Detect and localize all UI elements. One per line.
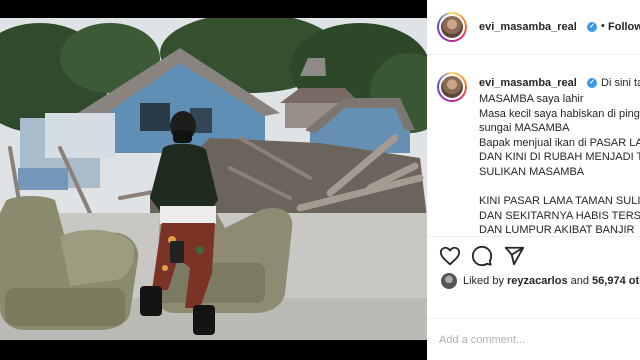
heart-icon[interactable] xyxy=(439,245,461,267)
flood-aftermath-image xyxy=(0,18,427,340)
caption-username[interactable]: evi_masamba_real xyxy=(479,77,577,89)
likes-count[interactable]: 56,974 othe xyxy=(592,275,640,287)
verified-badge-icon: ✓ xyxy=(587,78,597,88)
post-username[interactable]: evi_masamba_real xyxy=(479,21,577,33)
comment-input[interactable] xyxy=(439,331,629,349)
caption-avatar[interactable] xyxy=(437,72,467,102)
post-photo[interactable] xyxy=(0,18,427,340)
caption: evi_masamba_real ✓ Di sini tana MASAMBA … xyxy=(427,55,640,235)
post-actions xyxy=(427,236,640,272)
caption-first-line: Di sini tana xyxy=(601,77,640,89)
verified-badge-icon: ✓ xyxy=(587,22,597,32)
comment-bar xyxy=(427,318,640,360)
post-side-panel: evi_masamba_real ✓ • Following evi_masam… xyxy=(427,0,640,360)
avatar[interactable] xyxy=(437,12,467,42)
following-button[interactable]: Following xyxy=(608,21,640,33)
caption-text: MASAMBA saya lahir Masa kecil saya habis… xyxy=(479,93,640,235)
liker-avatar[interactable] xyxy=(441,273,457,289)
likes-prefix: Liked by xyxy=(463,275,508,287)
likes-middle: and xyxy=(567,275,593,287)
comment-icon[interactable] xyxy=(471,245,493,267)
share-icon[interactable] xyxy=(503,245,525,267)
likes-summary: Liked by reyzacarlos and 56,974 othe xyxy=(427,272,640,290)
liker-username[interactable]: reyzacarlos xyxy=(507,275,568,287)
likes-text: Liked by reyzacarlos and 56,974 othe xyxy=(463,275,640,287)
separator-dot: • xyxy=(601,20,605,32)
post-photo-pane xyxy=(0,0,427,360)
post-header: evi_masamba_real ✓ • Following xyxy=(427,0,640,55)
